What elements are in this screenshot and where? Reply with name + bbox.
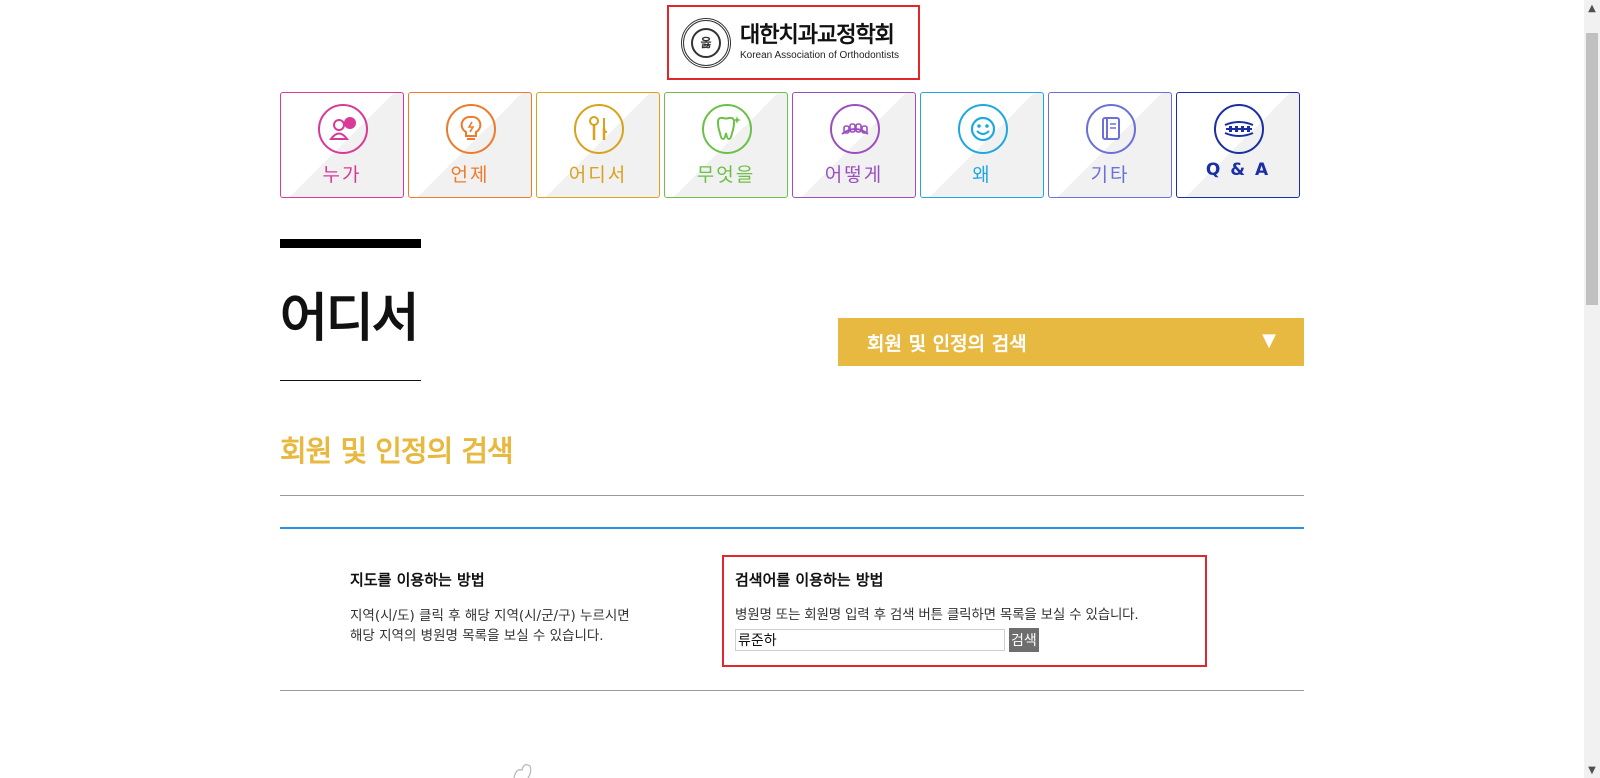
map-outline-icon: [513, 764, 532, 778]
logo-title-en: Korean Association of Orthodontists: [740, 49, 899, 61]
site-logo[interactable]: 옳 대한치과교정학회 Korean Association of Orthodo…: [667, 5, 920, 80]
scrollbar-thumb[interactable]: [1586, 33, 1598, 305]
dental-tools-icon: [574, 104, 624, 154]
keyword-search-panel: 검색어를 이용하는 방법 병원명 또는 회원명 입력 후 검색 버튼 클릭하면 …: [722, 555, 1207, 667]
emblem-inner: 옳: [691, 27, 721, 58]
section-dropdown[interactable]: 회원 및 인정의 검색 ▼: [838, 318, 1304, 366]
divider-blue: [280, 527, 1304, 529]
search-input[interactable]: [735, 629, 1005, 651]
title-underline: [280, 380, 421, 381]
nav-label-etc: 기타: [1090, 164, 1130, 186]
nav-label-who: 누가: [322, 164, 362, 186]
map-method-panel: 지도를 이용하는 방법 지역(시/도) 클릭 후 해당 지역(시/군/구) 누르…: [350, 569, 710, 646]
teeth-icon: [830, 104, 880, 154]
map-method-line2: 해당 지역의 병원명 목록을 보실 수 있습니다.: [350, 628, 604, 644]
scroll-up-arrow-icon[interactable]: ▲: [1584, 0, 1600, 16]
nav-tile-who[interactable]: 누가: [280, 92, 404, 198]
divider: [280, 495, 1304, 496]
logo-texts: 대한치과교정학회 Korean Association of Orthodont…: [740, 23, 899, 63]
nav-label-how: 어떻게: [824, 164, 884, 186]
dropdown-label: 회원 및 인정의 검색: [867, 332, 1027, 355]
nav-label-why: 왜: [972, 164, 992, 186]
map-method-line1: 지역(시/도) 클릭 후 해당 지역(시/군/구) 누르시면: [350, 608, 630, 624]
logo-title-ko: 대한치과교정학회: [740, 22, 895, 48]
nav-tile-how[interactable]: 어떻게: [792, 92, 916, 198]
category-nav: 누가 언제 어디서 무엇을 어떻게 왜 기타 Q & A: [280, 92, 1302, 198]
book-icon: [1086, 104, 1136, 154]
nav-label-when: 언제: [450, 164, 490, 186]
page: 옳 대한치과교정학회 Korean Association of Orthodo…: [0, 0, 1584, 778]
keyword-method-description: 병원명 또는 회원명 입력 후 검색 버튼 클릭하면 목록을 보실 수 있습니다…: [735, 607, 1139, 623]
title-bar: [280, 239, 421, 248]
nav-tile-qna[interactable]: Q & A: [1176, 92, 1300, 198]
lightbulb-icon: [446, 104, 496, 154]
smiley-icon: [958, 104, 1008, 154]
scroll-down-arrow-icon[interactable]: ▼: [1584, 762, 1600, 778]
divider-bottom: [280, 690, 1304, 691]
nav-tile-what[interactable]: 무엇을: [664, 92, 788, 198]
nav-tile-etc[interactable]: 기타: [1048, 92, 1172, 198]
nav-label-what: 무엇을: [696, 164, 756, 186]
association-emblem-icon: 옳: [681, 17, 731, 68]
keyword-method-heading: 검색어를 이용하는 방법: [735, 571, 884, 589]
braces-icon: [1214, 104, 1264, 154]
vertical-scrollbar[interactable]: ▲ ▼: [1584, 0, 1600, 778]
page-title: 어디서: [280, 289, 420, 349]
triangle-down-icon: ▼: [1262, 330, 1276, 351]
person-chat-icon: [318, 104, 368, 154]
search-button[interactable]: 검색: [1009, 628, 1039, 652]
tooth-sparkle-icon: [702, 104, 752, 154]
nav-tile-where[interactable]: 어디서: [536, 92, 660, 198]
section-heading: 회원 및 인정의 검색: [280, 434, 514, 468]
search-row: 검색: [735, 628, 1205, 652]
nav-tile-why[interactable]: 왜: [920, 92, 1044, 198]
map-method-heading: 지도를 이용하는 방법: [350, 571, 485, 589]
nav-tile-when[interactable]: 언제: [408, 92, 532, 198]
nav-label-qna: Q & A: [1205, 160, 1271, 180]
nav-label-where: 어디서: [568, 164, 628, 186]
